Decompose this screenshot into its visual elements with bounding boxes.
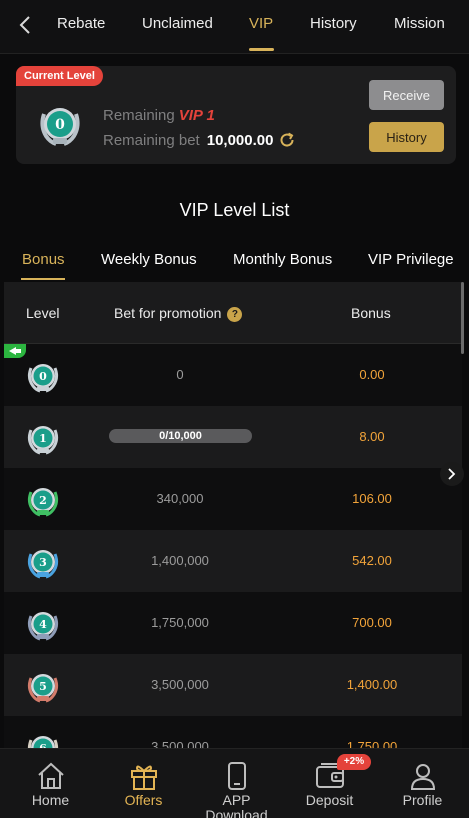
vip-medal-icon: 0: [36, 100, 84, 153]
bottom-navigation: Home Offers APP Download Deposit Profile: [0, 748, 469, 818]
bonus-amount: 106.00: [352, 491, 392, 506]
subtab-weekly-bonus[interactable]: Weekly Bonus: [101, 251, 197, 268]
level-progress-bar: 0/10,000: [109, 429, 252, 443]
vip-medal-icon: 4: [25, 606, 61, 647]
tab-mission[interactable]: Mission: [394, 15, 445, 32]
bonus-amount: 542.00: [352, 553, 392, 568]
bonus-amount: 1,400.00: [346, 677, 398, 692]
nav-profile[interactable]: Profile: [376, 749, 469, 818]
bonus-amount: 700.00: [352, 615, 392, 630]
table-row: 0 0 0.00: [4, 344, 462, 406]
medal-number: 0: [39, 370, 47, 383]
deposit-bonus-badge: +2%: [337, 754, 371, 770]
table-row: 6 3,500,000 1,750.00: [4, 716, 462, 748]
top-tab-bar: Rebate Unclaimed VIP History Mission: [0, 0, 469, 54]
medal-number: 2: [39, 494, 47, 507]
profile-icon: [409, 762, 437, 795]
tab-rebate[interactable]: Rebate: [57, 15, 105, 32]
remaining-level-text: Remaining VIP 1: [103, 107, 215, 124]
remaining-bet-text: Remaining bet 10,000.00: [103, 131, 296, 149]
remaining-bet-value: 10,000.00: [206, 131, 274, 149]
vip-medal-icon: 0: [25, 358, 61, 399]
nav-app-download[interactable]: APP Download: [190, 749, 283, 818]
header-bonus: Bonus: [351, 305, 391, 321]
nav-home[interactable]: Home: [4, 749, 97, 818]
bonus-amount: 0.00: [359, 367, 385, 382]
current-level-card: Current Level 0 Remaining VIP 1 Remaining…: [16, 66, 456, 164]
tab-history[interactable]: History: [310, 15, 357, 32]
phone-icon: [226, 762, 248, 795]
current-level-pointer-icon: [4, 344, 26, 358]
medal-number: 0: [55, 117, 65, 133]
header-level: Level: [26, 305, 60, 321]
tab-unclaimed[interactable]: Unclaimed: [142, 15, 213, 32]
medal-number: 1: [39, 432, 47, 445]
bet-for-promotion: 3,500,000: [151, 739, 209, 748]
vip-medal-icon: 3: [25, 544, 61, 585]
vip-level-table: Level Bet for promotion? Bonus 0 0 0.00 1 8.…: [4, 282, 462, 748]
current-level-badge: Current Level: [16, 66, 103, 86]
nav-offers[interactable]: Offers: [97, 749, 190, 818]
subtab-bonus[interactable]: Bonus: [22, 251, 65, 268]
chevron-right-icon[interactable]: [440, 462, 464, 486]
active-subtab-indicator: [21, 278, 65, 280]
vip-medal-icon: 2: [25, 482, 61, 523]
bet-for-promotion: 1,400,000: [151, 553, 209, 568]
scrollbar-thumb[interactable]: [461, 282, 464, 354]
bet-for-promotion: 0: [176, 367, 184, 382]
vip-medal-icon: 5: [25, 668, 61, 709]
active-tab-indicator: [249, 48, 274, 51]
tab-vip[interactable]: VIP: [249, 15, 273, 32]
bet-for-promotion: 340,000: [156, 491, 204, 506]
table-header: Level Bet for promotion? Bonus: [4, 282, 462, 344]
medal-number: 3: [39, 556, 47, 569]
medal-number: 5: [39, 680, 47, 693]
vip-medal-icon: 1: [25, 420, 61, 461]
medal-number: 4: [39, 618, 47, 631]
vip-level-list-title: VIP Level List: [179, 200, 290, 220]
table-row: 5 3,500,000 1,400.00: [4, 654, 462, 716]
refresh-icon[interactable]: [278, 131, 296, 149]
subtab-vip-privilege[interactable]: VIP Privilege: [368, 251, 454, 268]
remaining-vip: VIP 1: [178, 107, 215, 124]
bet-for-promotion: 1,750,000: [151, 615, 209, 630]
receive-button[interactable]: Receive: [369, 80, 444, 110]
history-button[interactable]: History: [369, 122, 444, 152]
back-arrow-icon[interactable]: [14, 13, 36, 37]
subtab-monthly-bonus[interactable]: Monthly Bonus: [233, 251, 332, 268]
table-row: 3 1,400,000 542.00: [4, 530, 462, 592]
table-row: 4 1,750,000 700.00: [4, 592, 462, 654]
header-bet: Bet for promotion?: [114, 305, 243, 322]
gift-icon: [129, 762, 159, 795]
vip-medal-icon: 6: [25, 730, 61, 748]
bet-for-promotion: 3,500,000: [151, 677, 209, 692]
help-icon[interactable]: ?: [227, 307, 243, 322]
bonus-amount: 8.00: [359, 429, 385, 444]
home-icon: [36, 762, 66, 795]
bonus-amount: 1,750.00: [346, 739, 398, 748]
table-row: 2 340,000 106.00: [4, 468, 462, 530]
